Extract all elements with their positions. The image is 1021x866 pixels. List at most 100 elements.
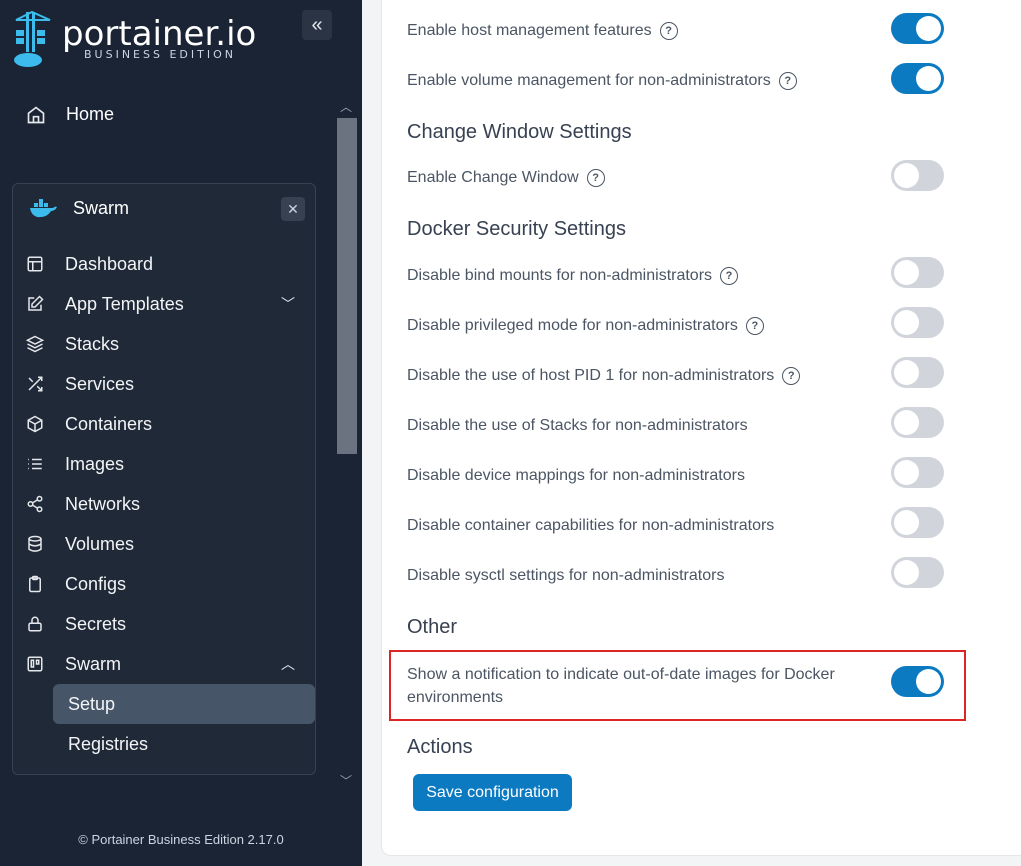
- scroll-up-arrow[interactable]: ︿: [340, 98, 352, 115]
- setting-host-management: Enable host management features ?: [407, 22, 678, 40]
- sidebar-item-label: Volumes: [65, 533, 135, 554]
- collapse-sidebar-button[interactable]: «: [302, 10, 332, 40]
- chevron-down-icon[interactable]: ﹀: [281, 294, 295, 314]
- section-title-docker-security: Docker Security Settings: [407, 218, 626, 240]
- section-title-other: Other: [407, 616, 458, 638]
- environment-name: Swarm: [73, 198, 130, 218]
- edit-icon: [25, 295, 45, 313]
- lock-icon: [25, 615, 45, 633]
- sidebar-item-label: Swarm: [65, 653, 122, 674]
- toggle-host-management[interactable]: [891, 13, 944, 44]
- sidebar-item-label: Services: [65, 373, 135, 394]
- setting-label: Enable volume management for non-adminis…: [407, 72, 771, 89]
- sidebar-item-home[interactable]: Home: [26, 104, 114, 125]
- toggle-device-mappings[interactable]: [891, 457, 944, 488]
- database-icon: [25, 535, 45, 553]
- double-chevron-left-icon: «: [311, 13, 323, 36]
- toggle-host-pid[interactable]: [891, 357, 944, 388]
- environment-header: Swarm: [29, 198, 129, 219]
- portainer-logo[interactable]: portainer.io BUSINESS EDITION: [10, 10, 260, 70]
- brand-edition: BUSINESS EDITION: [84, 48, 236, 61]
- save-configuration-button[interactable]: Save configuration: [413, 774, 572, 811]
- setting-label: Enable host management features: [407, 22, 652, 39]
- sidebar-item-label: Setup: [68, 693, 116, 714]
- setting-privileged-mode: Disable privileged mode for non-administ…: [407, 317, 764, 335]
- setting-bind-mounts: Disable bind mounts for non-administrato…: [407, 267, 739, 285]
- toggle-privileged-mode[interactable]: [891, 307, 944, 338]
- sidebar-item-containers[interactable]: Containers: [25, 404, 152, 444]
- sidebar-scrollbar-thumb[interactable]: [337, 118, 357, 454]
- setting-label: Disable device mappings for non-administ…: [407, 467, 745, 484]
- docker-whale-icon: [30, 198, 57, 217]
- sidebar-item-images[interactable]: Images: [25, 444, 124, 484]
- sidebar-item-label: Home: [66, 104, 115, 124]
- sidebar-item-label: Networks: [65, 493, 141, 514]
- toggle-volume-management[interactable]: [891, 63, 944, 94]
- help-icon[interactable]: ?: [782, 367, 801, 385]
- sidebar-item-label: Containers: [65, 413, 153, 434]
- sidebar-item-configs[interactable]: Configs: [25, 564, 126, 604]
- sidebar-item-swarm[interactable]: Swarm: [25, 644, 121, 684]
- section-title-actions: Actions: [407, 736, 473, 758]
- toggle-container-capabilities[interactable]: [891, 507, 944, 538]
- list-icon: [25, 455, 45, 473]
- setting-label: Disable privileged mode for non-administ…: [407, 317, 738, 334]
- sidebar-item-services[interactable]: Services: [25, 364, 134, 404]
- setting-label: Disable the use of Stacks for non-admini…: [407, 417, 748, 434]
- setting-sysctl: Disable sysctl settings for non-administ…: [407, 567, 724, 585]
- share-icon: [25, 495, 45, 513]
- shuffle-icon: [25, 375, 45, 393]
- setting-label: Enable Change Window: [407, 169, 579, 186]
- sidebar-subitem-setup[interactable]: Setup: [53, 684, 315, 724]
- box-icon: [25, 415, 45, 433]
- setting-label: Disable bind mounts for non-administrato…: [407, 267, 713, 284]
- sidebar-item-label: Dashboard: [65, 253, 154, 274]
- setting-label: Disable the use of host PID 1 for non-ad…: [407, 367, 775, 384]
- sidebar-item-label: Registries: [68, 733, 149, 754]
- setting-label: Disable container capabilities for non-a…: [407, 517, 775, 534]
- section-title-change-window: Change Window Settings: [407, 121, 632, 143]
- dashboard-icon: [25, 255, 45, 273]
- sidebar-item-stacks[interactable]: Stacks: [25, 324, 119, 364]
- toggle-change-window[interactable]: [891, 160, 944, 191]
- scroll-down-arrow[interactable]: ﹀: [340, 772, 352, 789]
- sidebar-item-networks[interactable]: Networks: [25, 484, 140, 524]
- sidebar-item-volumes[interactable]: Volumes: [25, 524, 134, 564]
- sidebar-item-app-templates[interactable]: App Templates: [25, 284, 184, 324]
- help-icon[interactable]: ?: [778, 72, 797, 90]
- sidebar-item-label: App Templates: [65, 293, 184, 314]
- sidebar-item-secrets[interactable]: Secrets: [25, 604, 126, 644]
- sidebar-item-label: Stacks: [65, 333, 120, 354]
- layers-icon: [25, 335, 45, 353]
- help-icon[interactable]: ?: [586, 169, 605, 187]
- sidebar-footer: © Portainer Business Edition 2.17.0: [78, 832, 284, 847]
- portainer-crane-icon: [14, 10, 51, 67]
- environment-panel: Swarm ✕ Dashboard App Templates ﹀ Stacks…: [12, 183, 316, 775]
- setting-stacks: Disable the use of Stacks for non-admini…: [407, 417, 748, 435]
- sidebar-item-dashboard[interactable]: Dashboard: [25, 244, 153, 284]
- help-icon[interactable]: ?: [659, 22, 678, 40]
- sidebar-subitem-registries[interactable]: Registries: [53, 724, 315, 764]
- toggle-bind-mounts[interactable]: [891, 257, 944, 288]
- close-icon: ✕: [287, 200, 299, 217]
- chevron-up-icon[interactable]: ︿: [281, 654, 295, 674]
- sidebar-item-label: Configs: [65, 573, 127, 594]
- setting-label: Disable sysctl settings for non-administ…: [407, 567, 725, 584]
- setting-container-capabilities: Disable container capabilities for non-a…: [407, 517, 774, 535]
- toggle-stacks[interactable]: [891, 407, 944, 438]
- setting-image-notification: Show a notification to indicate out-of-d…: [407, 666, 835, 706]
- help-icon[interactable]: ?: [720, 267, 739, 285]
- trello-icon: [25, 655, 45, 673]
- help-icon[interactable]: ?: [745, 317, 764, 335]
- setting-device-mappings: Disable device mappings for non-administ…: [407, 467, 745, 485]
- clipboard-icon: [25, 575, 45, 593]
- setting-volume-management: Enable volume management for non-adminis…: [407, 72, 797, 90]
- home-icon: [27, 105, 45, 123]
- toggle-sysctl[interactable]: [891, 557, 944, 588]
- setting-host-pid: Disable the use of host PID 1 for non-ad…: [407, 367, 801, 385]
- sidebar-item-label: Images: [65, 453, 125, 474]
- close-environment-button[interactable]: ✕: [281, 197, 305, 221]
- toggle-image-notification[interactable]: [891, 666, 944, 697]
- setting-change-window: Enable Change Window ?: [407, 169, 605, 187]
- sidebar-item-label: Secrets: [65, 613, 127, 634]
